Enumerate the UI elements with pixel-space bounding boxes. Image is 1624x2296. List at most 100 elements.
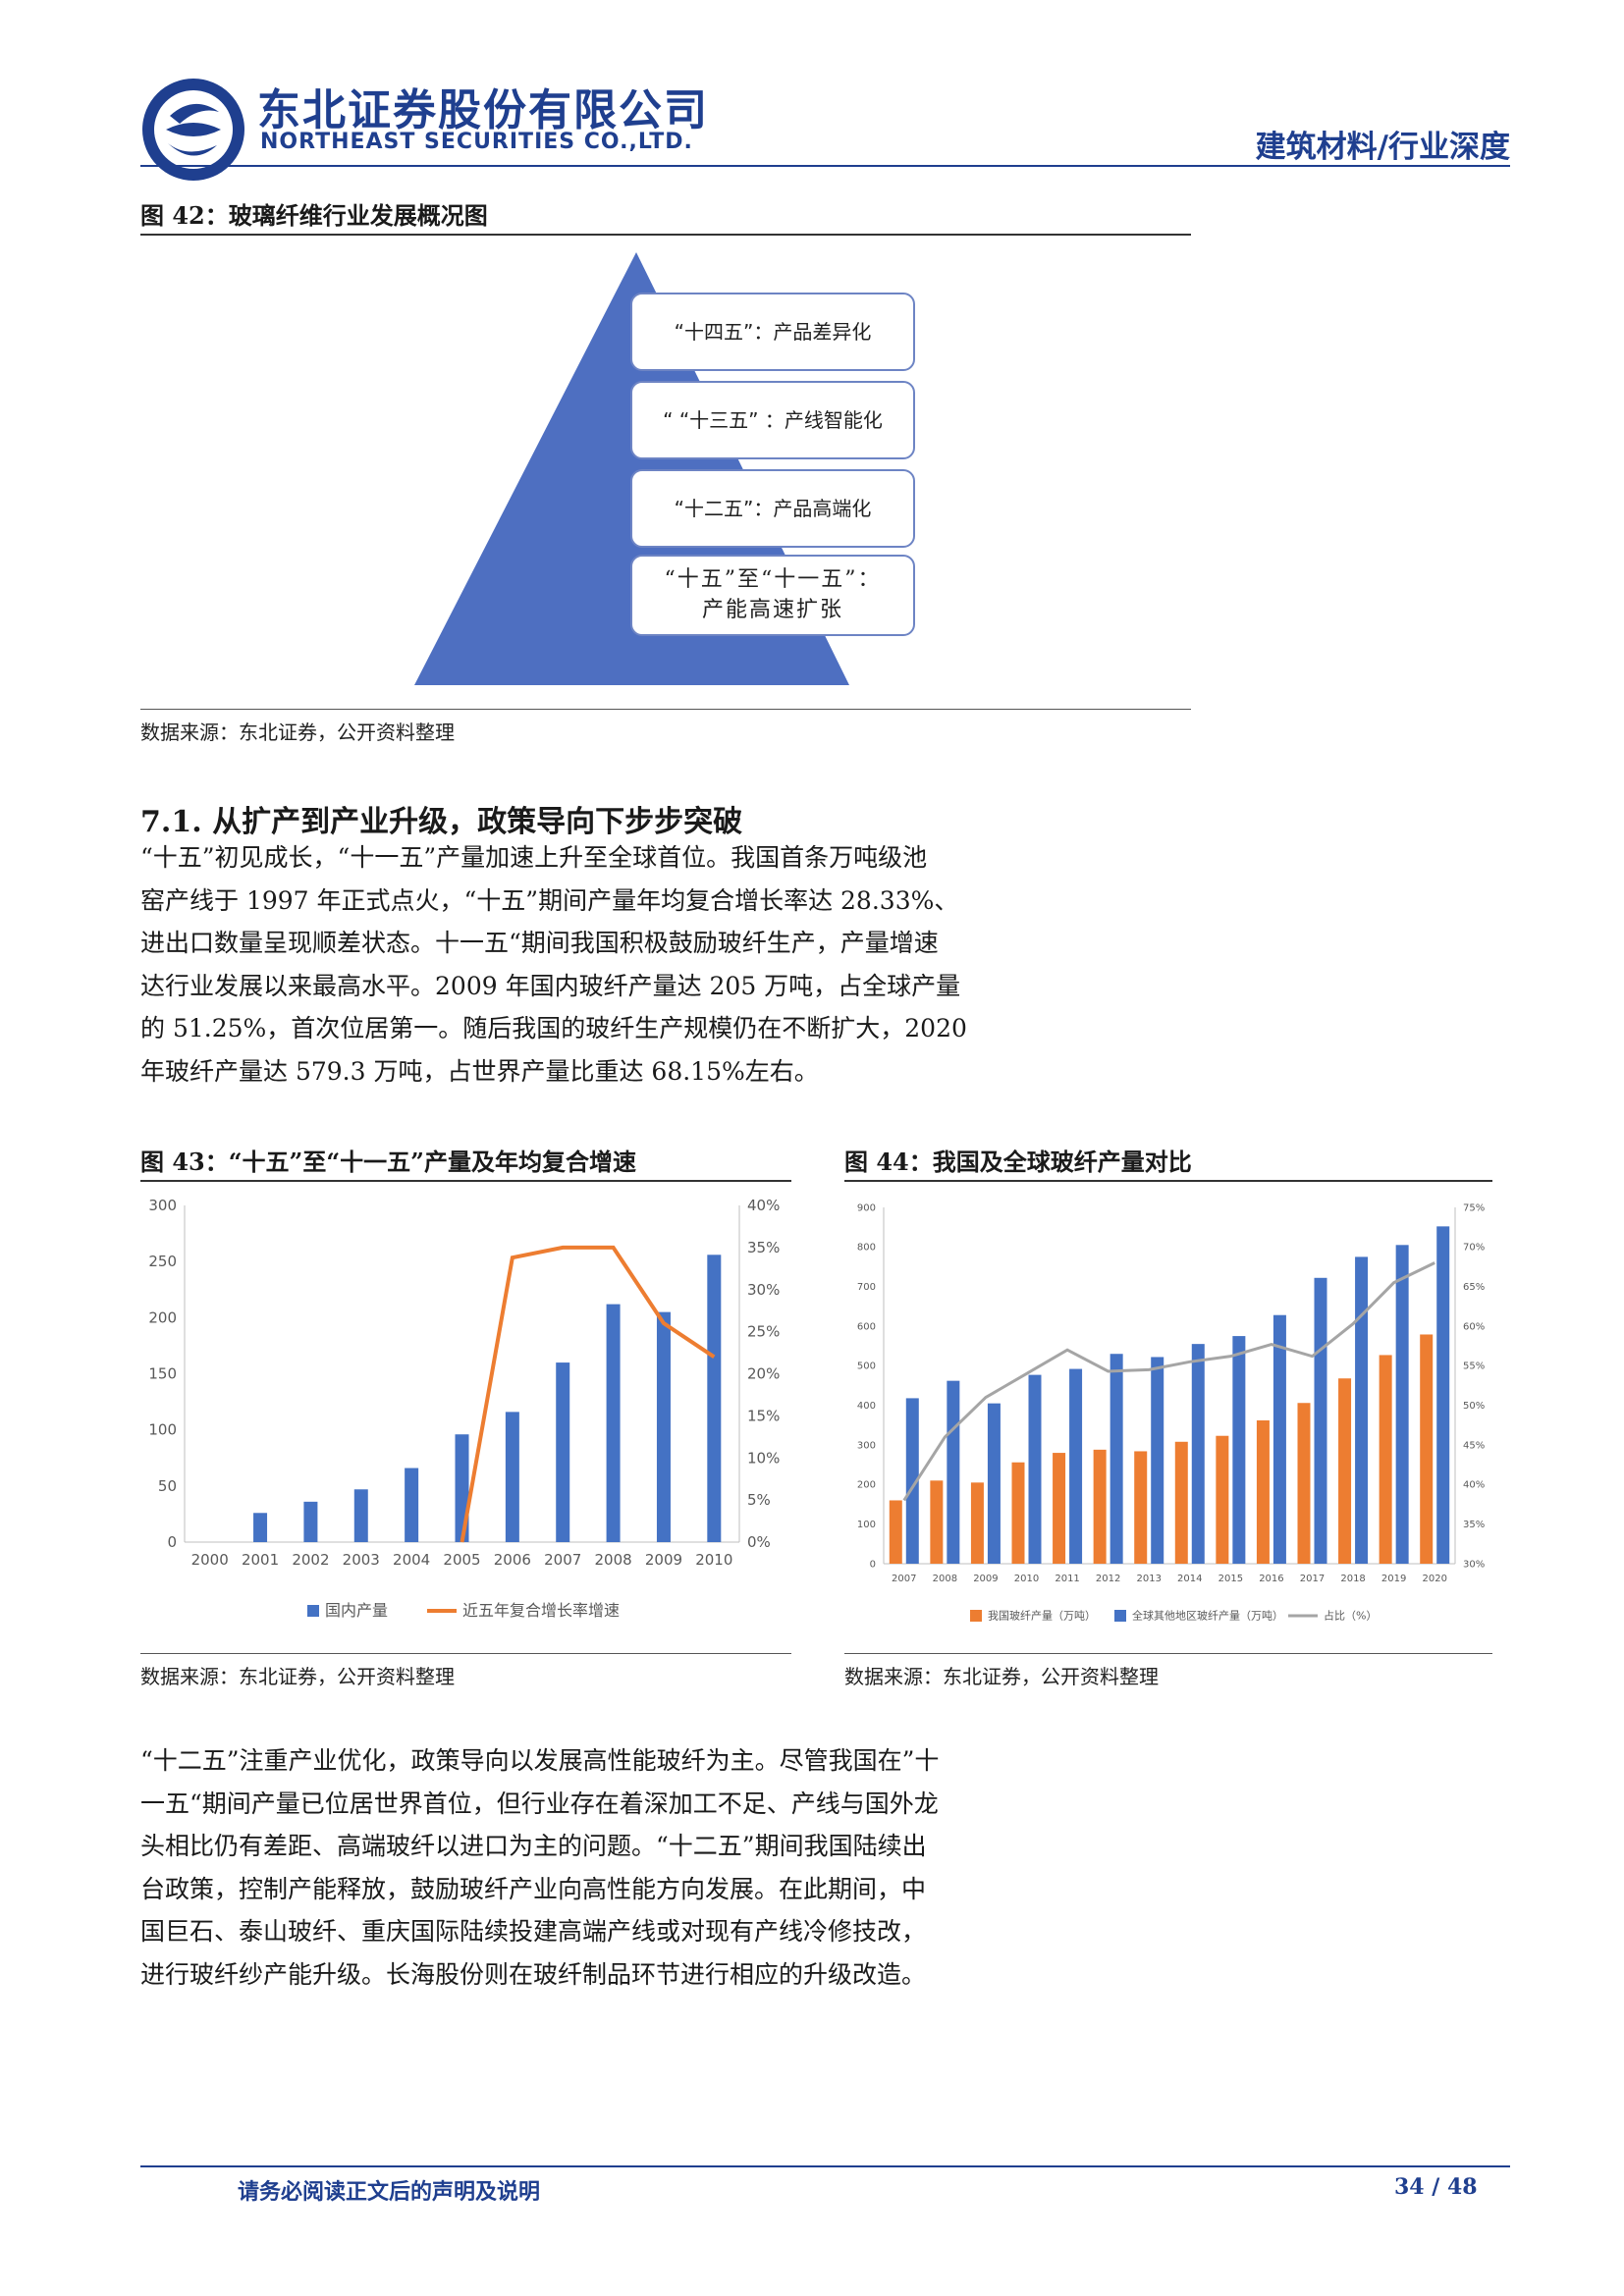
y-right-tick-label: 60% [1463,1321,1485,1332]
bar [947,1380,960,1564]
x-tick-label: 2009 [645,1551,682,1569]
figure-44-chart: 0 100 200 300 400 500 600 700 800 900 30% 35% 40% 45%… [844,1186,1492,1647]
x-tick-label: 2008 [933,1574,957,1584]
y-right-tick-label: 70% [1463,1243,1485,1254]
header-divider [140,165,1510,167]
figure-42-source: 数据来源：东北证券，公开资料整理 [140,721,455,744]
x-tick-label: 2008 [594,1551,631,1569]
section-title: 7.1. 从扩产到产业升级，政策导向下步步突破 [140,805,743,839]
x-tick-label: 2016 [1259,1574,1283,1584]
y-right-tick-label: 20% [747,1365,780,1383]
paragraph-line: 的 51.25%，首次位居第一。随后我国的玻纤生产规模仍在不断扩大，2020 [140,1014,967,1042]
x-tick-label: 2020 [1422,1574,1446,1584]
bar [707,1255,722,1542]
legend-label: 国内产量 [325,1601,388,1620]
pyramid-level-12th-plan: “十二五”：产品高端化 [630,469,915,548]
x-tick-label: 2000 [191,1551,229,1569]
section-paragraph-1: “十五”初见成长，“十一五”产量加速上升至全球首位。我国首条万吨级池 窑产线于 … [140,836,1063,1093]
x-tick-label: 2019 [1381,1574,1406,1584]
page-number: 34 / 48 [1394,2174,1478,2200]
bar [1093,1449,1107,1564]
bar [1395,1245,1409,1564]
bar [930,1480,944,1564]
x-tick-label: 2002 [292,1551,329,1569]
company-name-cn: 东北证券股份有限公司 [257,85,709,135]
pyramid-level-10th-11th-plan: “十五”至“十一五”： 产能高速扩张 [630,555,915,636]
x-tick-label: 2006 [494,1551,531,1569]
bar [1297,1403,1311,1564]
bar [1134,1451,1148,1564]
bar [1069,1368,1083,1564]
bar [556,1362,570,1542]
x-tick-label: 2009 [973,1574,998,1584]
figure-44-bottom-rule [844,1653,1492,1654]
bar [303,1501,318,1542]
report-category: 建筑材料/行业深度 [1255,130,1510,165]
paragraph-line: 头相比仍有差距、高端玻纤以进口为主的问题。“十二五”期间我国陆续出 [140,1832,927,1860]
paragraph-line: 进行玻纤纱产能升级。长海股份则在玻纤制品环节进行相应的升级改造。 [140,1959,927,1989]
figure-42-title: 图 42：玻璃纤维行业发展概况图 [140,201,488,230]
x-tick-label: 2018 [1340,1574,1365,1584]
y-left-tick-label: 200 [857,1480,876,1491]
figure-43-bottom-rule [140,1653,791,1654]
x-tick-label: 2001 [242,1551,279,1569]
y-right-tick-label: 35% [1463,1520,1485,1530]
y-right-tick-label: 40% [747,1197,780,1214]
bar [353,1489,368,1542]
y-left-tick-label: 900 [857,1202,876,1213]
pyramid-level-base-line2: 产能高速扩张 [701,597,843,622]
bar [656,1311,671,1542]
y-left-tick-label: 150 [148,1365,177,1383]
y-right-tick-label: 65% [1463,1282,1485,1293]
x-tick-label: 2017 [1300,1574,1325,1584]
paragraph-line: 台政策，控制产能释放，鼓励玻纤产业向高性能方向发展。在此期间，中 [140,1874,927,1903]
paragraph-line: “十二五”注重产业优化，政策导向以发展高性能玻纤为主。尽管我国在”十 [140,1746,940,1775]
x-tick-label: 2010 [1014,1574,1039,1584]
legend-label: 我国玻纤产量（万吨） [988,1608,1096,1622]
legend-label: 近五年复合增长率增速 [462,1601,620,1620]
y-left-tick-label: 400 [857,1401,876,1412]
legend-swatch [970,1610,982,1622]
bar [1355,1256,1369,1564]
bar [505,1412,519,1542]
x-tick-label: 2005 [443,1551,480,1569]
y-left-tick-label: 250 [148,1253,177,1270]
company-name-en: NORTHEAST SECURITIES CO.,LTD. [260,130,693,154]
paragraph-line: 达行业发展以来最高水平。2009 年国内玻纤产量达 205 万吨，占全球产量 [140,971,961,1000]
figure-44-top-rule [844,1180,1492,1182]
legend-label: 占比（%） [1324,1608,1377,1622]
pyramid-level-13th-plan: “ “十三五” ：产线智能化 [630,381,915,459]
y-left-tick-label: 300 [857,1440,876,1451]
legend-swatch [1114,1610,1126,1622]
paragraph-line: 一五“期间产量已位居世界首位，但行业存在着深加工不足、产线与国外龙 [140,1789,939,1818]
bar [405,1468,419,1542]
x-tick-label: 2007 [892,1574,916,1584]
bar [1314,1277,1327,1564]
figure-42-bottom-rule [140,709,1191,710]
pyramid-level-14th-plan: “十四五”：产品差异化 [630,293,915,371]
bar [970,1482,984,1564]
y-left-tick-label: 300 [148,1197,177,1214]
legend-swatch [307,1605,319,1617]
bar [889,1500,902,1564]
paragraph-line: 年玻纤产量达 579.3 万吨，占世界产量比重达 68.15%左右。 [140,1056,819,1086]
paragraph-line: 国巨石、泰山玻纤、重庆国际陆续投建高端产线或对现有产线冷修技改， [140,1917,927,1946]
y-right-tick-label: 10% [747,1449,780,1467]
x-tick-label: 2015 [1218,1574,1243,1584]
bar [1272,1314,1286,1564]
y-left-tick-label: 0 [870,1559,876,1570]
bar [253,1513,268,1542]
y-left-tick-label: 200 [148,1308,177,1326]
section-paragraph-2: “十二五”注重产业优化，政策导向以发展高性能玻纤为主。尽管我国在”十 一五“期间… [140,1739,1063,1996]
bar [1338,1378,1352,1564]
y-left-tick-label: 800 [857,1243,876,1254]
bar [1110,1354,1123,1564]
figure-43-top-rule [140,1180,791,1182]
y-left-tick-label: 500 [857,1362,876,1372]
y-right-tick-label: 25% [747,1323,780,1341]
bar [1028,1374,1042,1564]
y-right-tick-label: 40% [1463,1480,1485,1491]
y-right-tick-label: 55% [1463,1362,1485,1372]
footer-disclaimer: 请务必阅读正文后的声明及说明 [238,2179,541,2205]
y-left-tick-label: 700 [857,1282,876,1293]
